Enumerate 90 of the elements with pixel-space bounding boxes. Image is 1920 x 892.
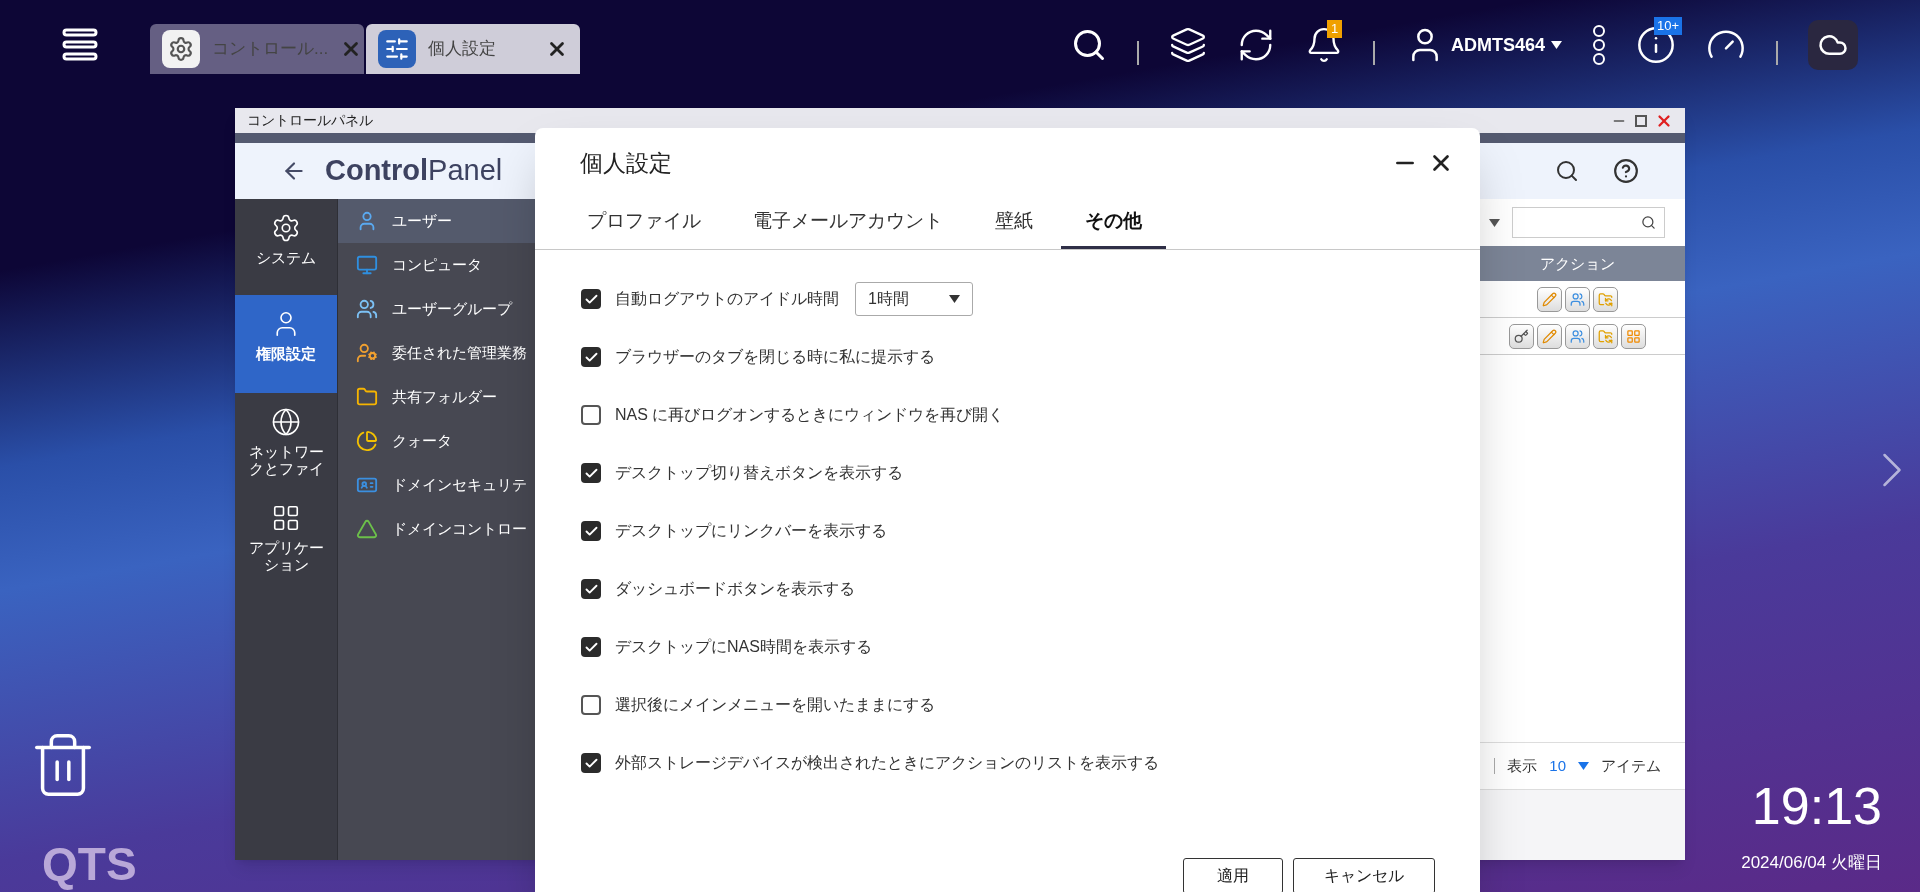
clock-date: 2024/06/04 火曜日 (1741, 852, 1882, 874)
stack-icon[interactable] (1168, 26, 1207, 64)
menu-item[interactable]: コンピュータ (338, 243, 535, 287)
window-title: コントロールパネル (247, 111, 373, 130)
option-label: ダッシュボードボタンを表示する (615, 579, 855, 599)
key-icon (1514, 328, 1529, 344)
more-icon[interactable] (1592, 25, 1606, 65)
dialog-tab[interactable]: プロファイル (563, 197, 725, 249)
action-button[interactable] (1621, 323, 1646, 349)
dialog-button[interactable]: キャンセル (1293, 858, 1435, 892)
menu-item[interactable]: 委任された管理業務 (338, 331, 535, 375)
menu-item[interactable]: 共有フォルダー (338, 375, 535, 419)
dialog-button[interactable]: 適用 (1183, 858, 1283, 892)
dialog-tab[interactable]: その他 (1061, 197, 1166, 249)
option-label: デスクトップ切り替えボタンを表示する (615, 463, 903, 483)
tab-label: 個人設定 (428, 38, 497, 61)
column-header: アクション (1539, 254, 1616, 274)
maximize-icon[interactable] (1635, 114, 1647, 127)
checkbox[interactable] (581, 405, 601, 425)
menu-item[interactable]: ユーザーグループ (338, 287, 535, 331)
folder-icon (1598, 328, 1613, 344)
option-label: 外部ストレージデバイスが検出されたときにアクションのリストを表示する (615, 753, 1159, 773)
menu-item[interactable]: ユーザー (338, 199, 535, 243)
globe-icon (271, 407, 301, 437)
window-tab[interactable]: 個人設定 (366, 24, 580, 74)
user-name[interactable]: ADMTS464 (1450, 31, 1545, 59)
group-icon (1570, 291, 1585, 307)
apps-icon (1626, 328, 1641, 344)
info-badge: 10+ (1654, 17, 1683, 35)
action-button[interactable] (1593, 323, 1618, 349)
caret-icon[interactable] (1489, 218, 1500, 227)
option-label: デスクトップにNAS時間を表示する (615, 637, 872, 657)
menu-item[interactable]: ドメインセキュリテ (338, 463, 535, 507)
clock-time: 19:13 (1751, 780, 1882, 832)
time-select[interactable]: 1時間 (855, 282, 973, 316)
action-button[interactable] (1593, 286, 1618, 312)
brand-label: QTS (42, 837, 137, 892)
checkbox[interactable] (581, 347, 601, 367)
checkbox[interactable] (581, 753, 601, 773)
nav-item[interactable]: システム (235, 199, 337, 295)
checkbox[interactable] (581, 637, 601, 657)
computer-icon (356, 254, 378, 276)
search-icon[interactable] (1641, 215, 1656, 230)
folder-icon (1598, 291, 1613, 307)
caret-icon[interactable] (949, 295, 960, 303)
page-size-label: 表示 (1507, 755, 1538, 776)
checkbox[interactable] (581, 695, 601, 715)
menu-icon[interactable] (62, 28, 98, 62)
sliders-icon (378, 30, 416, 68)
edit-icon (1542, 328, 1557, 344)
action-button[interactable] (1537, 323, 1562, 349)
nav-item[interactable]: 権限設定 (235, 295, 337, 393)
gear-icon (271, 213, 301, 243)
dialog-tab[interactable]: 壁紙 (971, 197, 1057, 249)
option-label: NAS に再びログオンするときにウィンドウを再び開く (615, 405, 1005, 425)
notification-badge: 1 (1326, 20, 1343, 38)
caret-icon[interactable] (1551, 41, 1562, 49)
cloud-button[interactable] (1808, 20, 1858, 70)
group-icon (356, 298, 378, 320)
dialog-title: 個人設定 (580, 148, 672, 178)
gear-icon (162, 30, 200, 68)
page-size-select[interactable]: 10 (1549, 754, 1566, 778)
checkbox[interactable] (581, 463, 601, 483)
tab-label: コントロール... (212, 38, 329, 61)
checkbox[interactable] (581, 521, 601, 541)
nav-item[interactable]: アプリケーション (235, 489, 337, 585)
group-icon (1570, 328, 1585, 344)
app-title: ControlPanel (325, 153, 503, 189)
grid-icon (271, 503, 301, 533)
folder-icon (356, 386, 378, 408)
help-icon[interactable] (1613, 158, 1639, 184)
option-label: ブラウザーのタブを閉じる時に私に提示する (615, 347, 935, 367)
select-value: 1時間 (868, 289, 909, 309)
edit-icon (1542, 291, 1557, 307)
option-label: 選択後にメインメニューを開いたままにする (615, 695, 935, 715)
action-button[interactable] (1565, 323, 1590, 349)
checkbox[interactable] (581, 579, 601, 599)
search-field[interactable] (1512, 207, 1665, 238)
search-icon[interactable] (1555, 159, 1579, 183)
checkbox[interactable] (581, 289, 601, 309)
items-label: アイテム (1601, 755, 1661, 776)
nav-item[interactable]: ネットワークとファイ (235, 393, 337, 489)
option-label: 自動ログアウトのアイドル時間 (615, 289, 839, 309)
action-button[interactable] (1509, 323, 1534, 349)
action-button[interactable] (1537, 286, 1562, 312)
option-label: デスクトップにリンクバーを表示する (615, 521, 887, 541)
dialog-tab[interactable]: 電子メールアカウント (729, 197, 967, 249)
menu-item[interactable]: クォータ (338, 419, 535, 463)
action-button[interactable] (1565, 286, 1590, 312)
menu-item[interactable]: ドメインコントロー (338, 507, 535, 551)
